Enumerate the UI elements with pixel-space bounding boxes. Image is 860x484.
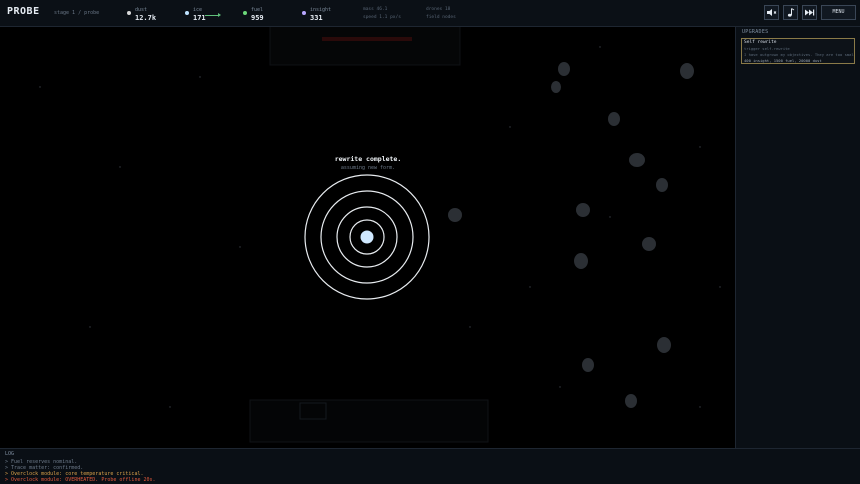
fuel-label: fuel bbox=[251, 7, 264, 13]
probe-core bbox=[360, 230, 374, 244]
ghost-panel-bottom bbox=[249, 399, 489, 443]
asteroid[interactable] bbox=[642, 237, 656, 251]
insight-dot-icon bbox=[302, 11, 306, 15]
ghost-panel-top bbox=[269, 27, 461, 66]
ice-label: ice bbox=[193, 7, 203, 13]
upgrade-card-self-rewrite[interactable]: Self rewrite trigger self-rewrite I have… bbox=[741, 38, 855, 64]
upgrade-action: trigger self-rewrite bbox=[744, 46, 790, 51]
ice-dot-icon bbox=[185, 11, 189, 15]
upgrade-cost: 400 insight, 1500 fuel, 20000 dust bbox=[744, 58, 822, 63]
asteroid[interactable] bbox=[657, 337, 671, 353]
drones-stat: drones 18 bbox=[426, 7, 451, 12]
asteroid[interactable] bbox=[680, 63, 694, 79]
log-panel: LOG > Fuel reserves nominal. > Trace mat… bbox=[0, 448, 860, 484]
stage-label: stage 1 / probe bbox=[54, 10, 100, 16]
asteroid[interactable] bbox=[582, 358, 594, 372]
sound-toggle-button[interactable] bbox=[764, 5, 779, 20]
rewrite-message-title: rewrite complete. bbox=[334, 155, 402, 163]
dust-value: 12.7k bbox=[135, 14, 157, 22]
asteroid[interactable] bbox=[625, 394, 637, 408]
field-stat: field nodes bbox=[426, 15, 456, 20]
log-title: LOG bbox=[5, 451, 15, 457]
asteroid-field bbox=[448, 62, 694, 408]
asteroid[interactable] bbox=[558, 62, 570, 76]
asteroid[interactable] bbox=[629, 153, 645, 167]
fast-forward-icon bbox=[805, 9, 815, 16]
space-field bbox=[39, 27, 721, 443]
mass-stat: mass 46.1 bbox=[363, 7, 388, 12]
probe[interactable] bbox=[304, 174, 430, 300]
menu-button[interactable]: MENU bbox=[821, 5, 856, 20]
asteroid[interactable] bbox=[574, 253, 588, 269]
asteroid[interactable] bbox=[448, 208, 462, 222]
upgrades-title: UPGRADES bbox=[742, 29, 769, 35]
rewrite-message-subtitle: assuming new form. bbox=[340, 165, 396, 171]
upgrade-flavor: I have outgrown my objectives. They are … bbox=[744, 52, 855, 57]
ghost-progress-bar bbox=[322, 37, 412, 41]
ice-trend-arrow-icon bbox=[205, 13, 221, 17]
top-bar: PROBE stage 1 / probe dust 12.7k ice 171… bbox=[0, 0, 860, 27]
music-note-icon bbox=[787, 8, 795, 17]
music-toggle-button[interactable] bbox=[783, 5, 798, 20]
game-title: PROBE bbox=[7, 6, 40, 17]
insight-value: 331 bbox=[310, 14, 323, 22]
fuel-dot-icon bbox=[243, 11, 247, 15]
upgrades-panel: UPGRADES Self rewrite trigger self-rewri… bbox=[735, 27, 860, 448]
speaker-icon bbox=[767, 9, 777, 16]
upgrade-name: Self rewrite bbox=[744, 40, 777, 45]
fuel-value: 959 bbox=[251, 14, 264, 22]
asteroid[interactable] bbox=[608, 112, 620, 126]
asteroid[interactable] bbox=[576, 203, 590, 217]
insight-label: insight bbox=[310, 7, 332, 13]
ice-value: 171 bbox=[193, 14, 206, 22]
log-line-error: > Overclock module: OVERHEATED. Probe of… bbox=[5, 477, 156, 483]
dust-label: dust bbox=[135, 7, 148, 13]
fast-forward-button[interactable] bbox=[802, 5, 817, 20]
speed-stat: speed 1.1 px/s bbox=[363, 15, 401, 20]
asteroid[interactable] bbox=[551, 81, 561, 93]
dust-dot-icon bbox=[127, 11, 131, 15]
asteroid[interactable] bbox=[656, 178, 668, 192]
